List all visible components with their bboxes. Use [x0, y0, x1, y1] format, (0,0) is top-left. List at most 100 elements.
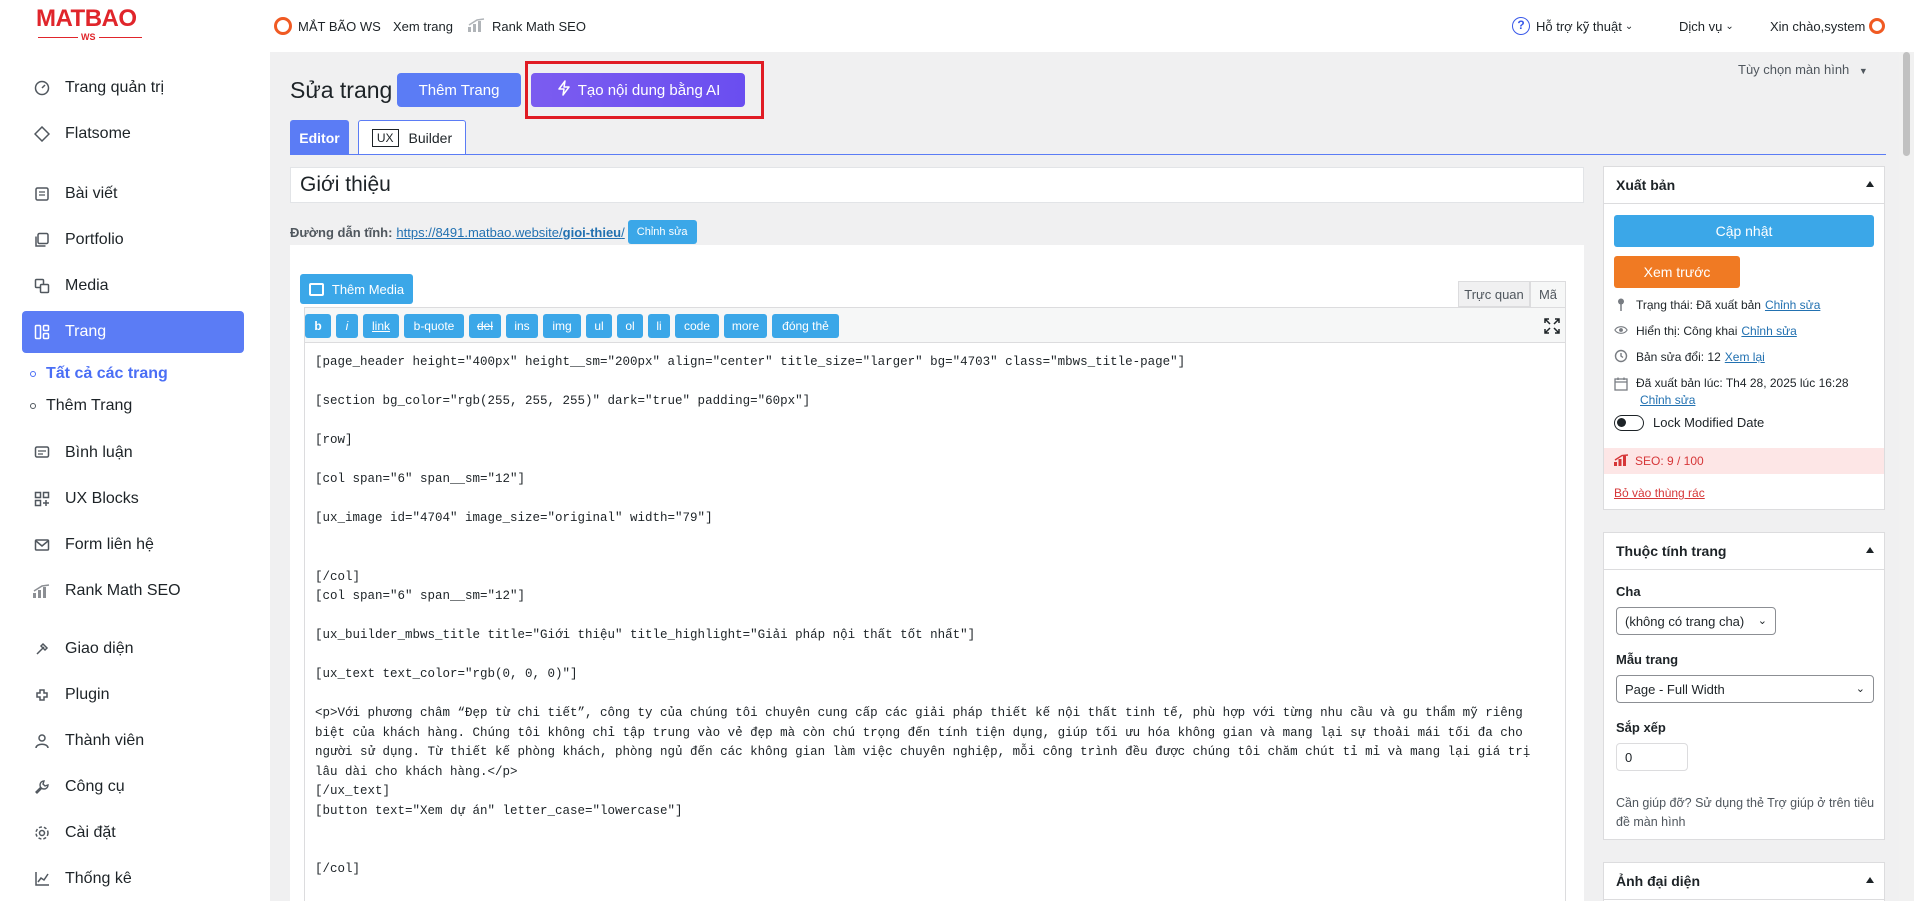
sidebar-item-statistics[interactable]: Thống kê [22, 858, 244, 900]
eye-icon [1614, 323, 1628, 337]
edit-date-link[interactable]: Chỉnh sửa [1640, 393, 1695, 407]
bullet-icon [30, 371, 36, 377]
sidebar-item-dashboard[interactable]: Trang quản trị [22, 67, 244, 109]
help-text: Cần giúp đỡ? Sử dụng thẻ Trợ giúp ở trên… [1616, 796, 1875, 829]
update-button[interactable]: Cập nhật [1614, 215, 1874, 247]
sidebar-subitem-add-page[interactable]: Thêm Trang [30, 397, 132, 415]
qt-bquote-button[interactable]: b-quote [404, 314, 464, 338]
site-name-link[interactable]: MẮT BÃO WS [274, 16, 381, 36]
qt-bold-button[interactable]: b [305, 314, 331, 338]
page-attributes-box: Thuộc tính trang Cha (không có trang cha… [1603, 532, 1885, 840]
featured-image-box: Ảnh đại diện [1603, 862, 1885, 901]
sidebar-item-tools[interactable]: Công cụ [22, 766, 244, 808]
dashboard-icon [32, 78, 52, 98]
stats-icon [32, 869, 52, 889]
view-page-link[interactable]: Xem trang [393, 16, 453, 36]
collapse-arrow-icon[interactable] [1866, 181, 1874, 187]
qt-link-button[interactable]: link [363, 314, 399, 338]
permalink-url[interactable]: https://8491.matbao.website/gioi-thieu/ [396, 225, 624, 240]
add-page-button[interactable]: Thêm Trang [397, 73, 521, 107]
sidebar-item-media[interactable]: Media [22, 265, 244, 307]
sidebar-item-rank-math[interactable]: Rank Math SEO [22, 570, 244, 612]
post-title-input[interactable]: Giới thiệu [290, 167, 1584, 203]
move-to-trash-link[interactable]: Bỏ vào thùng rác [1614, 486, 1705, 500]
sidebar-item-plugins[interactable]: Plugin [22, 674, 244, 716]
media-icon [32, 276, 52, 296]
qt-li-button[interactable]: li [648, 314, 670, 338]
visibility-row: Hiển thị: Công khai Chỉnh sửa [1614, 323, 1797, 340]
edit-permalink-button[interactable]: Chỉnh sửa [627, 220, 697, 244]
sidebar-item-contact-form[interactable]: Form liên hệ [22, 524, 244, 566]
edit-status-link[interactable]: Chỉnh sửa [1765, 297, 1820, 314]
view-revisions-link[interactable]: Xem lại [1725, 349, 1765, 366]
qt-code-button[interactable]: code [675, 314, 719, 338]
publish-box-header[interactable]: Xuất bản [1604, 167, 1884, 204]
sidebar-item-settings[interactable]: Cài đặt [22, 812, 244, 854]
fullscreen-icon[interactable] [1543, 317, 1561, 335]
scrollbar-thumb[interactable] [1903, 52, 1910, 156]
tab-editor[interactable]: Editor [290, 120, 349, 155]
template-select[interactable]: Page - Full Width ⌄ [1616, 675, 1874, 703]
chevron-down-icon: ⌄ [1757, 615, 1767, 627]
diamond-icon [32, 124, 52, 144]
top-bar: MATBAO WS MẮT BÃO WS Xem trang Rank Math… [0, 0, 1914, 52]
collapse-arrow-icon[interactable] [1866, 547, 1874, 553]
revisions-row: Bản sửa đổi: 12 Xem lại [1614, 349, 1765, 366]
screen-options-toggle[interactable]: Tùy chọn màn hình ▼ [1738, 62, 1868, 77]
rank-math-link[interactable]: Rank Math SEO [468, 16, 586, 36]
template-label: Mẫu trang [1616, 652, 1679, 667]
qt-ins-button[interactable]: ins [506, 314, 538, 338]
sidebar-item-users[interactable]: Thành viên [22, 720, 244, 762]
qt-img-button[interactable]: img [543, 314, 581, 338]
qt-ul-button[interactable]: ul [586, 314, 612, 338]
qt-close-tags-button[interactable]: đóng thẻ [772, 314, 839, 338]
qt-del-button[interactable]: del [469, 314, 501, 338]
page-title: Sửa trang [290, 77, 393, 103]
matbao-logo[interactable]: MATBAO WS [36, 6, 146, 46]
logo-sub: WS [78, 32, 99, 42]
comments-icon [32, 443, 52, 463]
sidebar-subitem-all-pages[interactable]: Tất cả các trang [30, 365, 168, 383]
user-menu[interactable]: Xin chào,system [1770, 16, 1886, 36]
sidebar-item-ux-blocks[interactable]: UX Blocks [22, 478, 244, 520]
tab-divider [290, 154, 1886, 155]
code-editor-textarea[interactable]: [page_header height="400px" height__sm="… [304, 343, 1566, 901]
posts-icon [32, 184, 52, 204]
qt-italic-button[interactable]: i [336, 314, 358, 338]
qt-more-button[interactable]: more [724, 314, 767, 338]
collapse-arrow-icon[interactable] [1866, 877, 1874, 883]
publish-box: Xuất bản Cập nhật Xem trước Trạng thái: … [1603, 166, 1885, 510]
permalink-row: Đường dẫn tĩnh: https://8491.matbao.webs… [290, 220, 697, 244]
plugin-icon [32, 685, 52, 705]
order-input[interactable]: 0 [1616, 743, 1688, 771]
sidebar-item-flatsome[interactable]: Flatsome [22, 113, 244, 155]
qt-ol-button[interactable]: ol [617, 314, 643, 338]
ux-icon: UX [371, 129, 399, 147]
logo-text: MATBAO [36, 5, 137, 32]
sidebar-item-posts[interactable]: Bài viết [22, 173, 244, 215]
admin-sidebar: Trang quản trị Flatsome Bài viết Portfol… [0, 52, 270, 901]
page-scrollbar[interactable] [1899, 52, 1914, 901]
add-media-button[interactable]: Thêm Media [300, 274, 413, 304]
user-icon [32, 731, 52, 751]
lock-modified-toggle[interactable] [1614, 414, 1644, 431]
tab-ux-builder[interactable]: UX Builder [358, 120, 466, 155]
highlight-annotation [525, 61, 764, 119]
sidebar-item-pages[interactable]: Trang [22, 311, 244, 353]
seo-score-badge[interactable]: SEO: 9 / 100 [1604, 448, 1884, 474]
preview-button[interactable]: Xem trước [1614, 256, 1740, 288]
settings-icon [32, 823, 52, 843]
services-menu[interactable]: Dịch vụ ⌄ [1679, 16, 1734, 36]
sidebar-item-appearance[interactable]: Giao diện [22, 628, 244, 670]
tab-visual[interactable]: Trực quan [1458, 281, 1530, 307]
chevron-down-icon: ⌄ [1855, 683, 1865, 695]
sidebar-item-portfolio[interactable]: Portfolio [22, 219, 244, 261]
parent-select[interactable]: (không có trang cha) ⌄ [1616, 607, 1776, 635]
sidebar-item-comments[interactable]: Bình luận [22, 432, 244, 474]
featured-image-header[interactable]: Ảnh đại diện [1604, 863, 1884, 900]
tab-code[interactable]: Mã [1530, 281, 1566, 307]
edit-visibility-link[interactable]: Chỉnh sửa [1741, 323, 1796, 340]
page-attributes-header[interactable]: Thuộc tính trang [1604, 533, 1884, 570]
support-menu[interactable]: ? Hỗ trợ kỹ thuật ⌄ [1512, 16, 1633, 36]
rank-math-icon [1614, 453, 1630, 469]
